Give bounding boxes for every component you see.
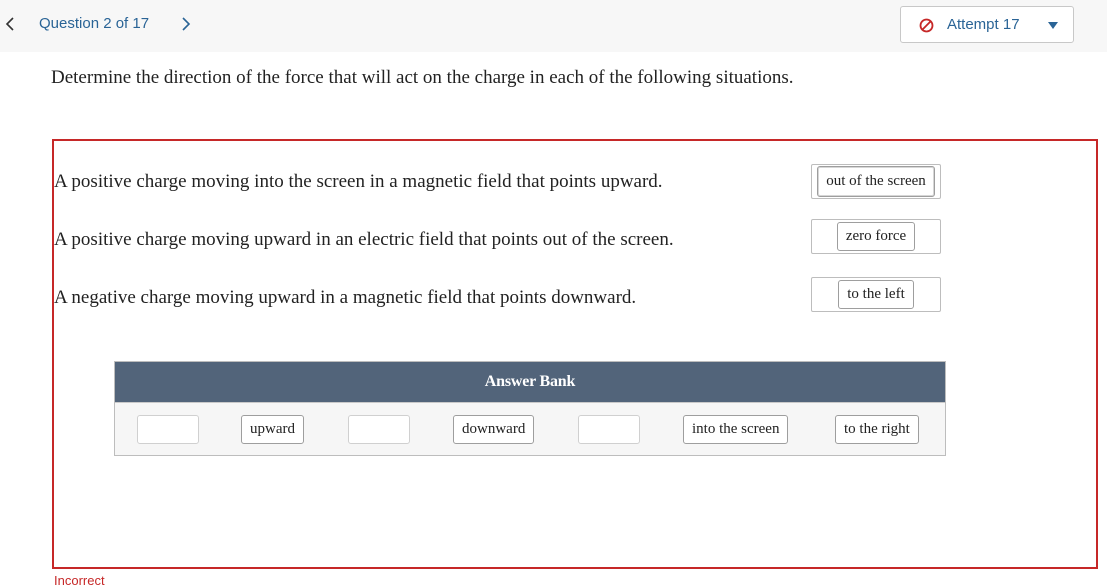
bank-item-into-the-screen[interactable]: into the screen [683,415,789,444]
chevron-left-icon [5,17,14,31]
chevron-right-icon [182,17,191,31]
empty-bank-slot[interactable] [137,415,199,444]
attempt-dropdown[interactable]: Attempt 17 [900,6,1074,43]
answer-chip[interactable]: out of the screen [817,166,935,197]
bank-item-downward[interactable]: downward [453,415,535,444]
next-question-button[interactable] [176,12,196,36]
answer-bank-tray: upward downward into the screen to the r… [115,402,945,455]
answer-area [52,139,1098,569]
attempt-label: Attempt 17 [947,16,1020,33]
answer-bank: Answer Bank upward downward into the scr… [114,361,946,456]
previous-question-button[interactable] [0,12,20,36]
answer-bank-header: Answer Bank [115,362,945,402]
drop-zone-2[interactable]: zero force [811,219,941,254]
drop-zone-3[interactable]: to the left [811,277,941,312]
answer-chip[interactable]: zero force [836,222,916,251]
question-counter: Question 2 of 17 [39,15,150,32]
status-message: Incorrect [54,573,105,586]
cancel-icon [919,18,934,33]
answer-chip[interactable]: to the left [838,280,914,309]
drop-zone-1[interactable]: out of the screen [811,164,941,199]
top-bar: Question 2 of 17 Attempt 17 [0,0,1107,52]
bank-item-upward[interactable]: upward [241,415,304,444]
statement-3: A negative charge moving upward in a mag… [54,287,637,308]
caret-down-icon [1048,22,1058,29]
answer-bank-title: Answer Bank [484,373,576,390]
statement-2: A positive charge moving upward in an el… [54,229,674,250]
question-prompt: Determine the direction of the force tha… [51,67,794,88]
empty-bank-slot[interactable] [348,415,410,444]
bank-item-to-the-right[interactable]: to the right [835,415,919,444]
statement-1: A positive charge moving into the screen… [54,171,663,192]
empty-bank-slot[interactable] [578,415,640,444]
